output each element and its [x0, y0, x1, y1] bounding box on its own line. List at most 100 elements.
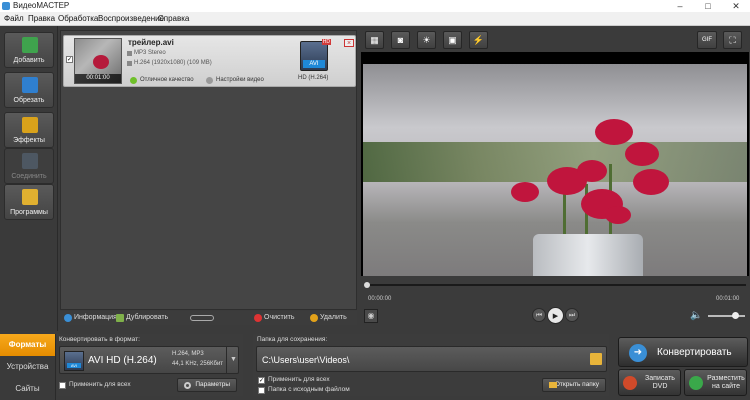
gif-button[interactable]: GIF: [697, 31, 717, 49]
folder-icon: [549, 382, 557, 388]
brightness-icon[interactable]: ☀: [417, 31, 436, 49]
duplicate-icon: [116, 314, 124, 322]
total-time: 00:01:00: [716, 296, 740, 302]
publish-site-line2: на сайте: [711, 383, 741, 390]
convert-format-panel: Конвертировать в формат: AVI AVI HD (H.2…: [57, 334, 243, 396]
publish-site-line1: Разместить: [707, 375, 745, 382]
programs-icon: [22, 189, 38, 205]
play-icon[interactable]: ▶: [547, 307, 564, 324]
film-strip-icon[interactable]: ▦: [365, 31, 384, 49]
convert-button[interactable]: ➜ Конвертировать: [618, 337, 748, 367]
info-button[interactable]: Информация: [74, 313, 117, 323]
video-toolbar: ▦ ◙ ☀ ▣ ⚡ GIF ⛶: [361, 28, 750, 52]
dvd-icon: [623, 376, 637, 390]
file-list-item[interactable]: ✓ 00:01:00 трейлер.avi MP3 Stereo H.264 …: [63, 35, 356, 87]
add-label: Добавить: [13, 57, 45, 64]
join-button[interactable]: Соединить: [4, 148, 54, 184]
audio-info-text: MP3 Stereo: [134, 50, 166, 56]
burn-dvd-line2: DVD: [652, 383, 668, 390]
effects-label: Эффекты: [13, 137, 45, 144]
thumbnail-flower: [93, 55, 109, 69]
gear-icon: [184, 382, 191, 389]
join-label: Соединить: [11, 173, 47, 180]
thumbnail-duration: 00:01:00: [75, 74, 121, 83]
save-path-field[interactable]: C:\Users\user\Videos\: [256, 346, 607, 372]
volume-track[interactable]: [708, 315, 745, 317]
save-path: C:\Users\user\Videos\: [262, 355, 350, 365]
burn-dvd-label: Записать DVD: [641, 375, 679, 391]
menu-help[interactable]: Справка: [158, 12, 189, 26]
file-checkbox[interactable]: ✓: [66, 56, 73, 63]
format-mini-icon: AVI: [64, 351, 84, 371]
list-toolbar: Информация Дублировать Очистить Удалить: [60, 311, 357, 325]
video-effects-icon[interactable]: ▣: [443, 31, 462, 49]
current-time: 00:00:00: [368, 296, 392, 302]
video-thumbnail: 00:01:00: [74, 38, 122, 84]
duplicate-button[interactable]: Дублировать: [126, 313, 168, 323]
delete-button[interactable]: Удалить: [320, 313, 347, 323]
tab-formats[interactable]: Форматы: [0, 334, 56, 356]
seek-bar[interactable]: [364, 282, 746, 288]
volume-handle[interactable]: [732, 312, 739, 319]
tab-devices[interactable]: Устройства: [0, 356, 56, 378]
clear-button[interactable]: Очистить: [264, 313, 294, 323]
effects-button[interactable]: Эффекты: [4, 112, 54, 148]
apply-all-folder-checkbox[interactable]: ✓: [258, 377, 265, 384]
join-icon: [22, 153, 38, 169]
save-folder-panel: Папка для сохранения: C:\Users\user\Vide…: [253, 334, 609, 396]
audio-info: MP3 Stereo: [127, 50, 166, 56]
open-folder-button[interactable]: Открыть папку: [542, 378, 606, 392]
speed-icon[interactable]: ⚡: [469, 31, 488, 49]
burn-dvd-line1: Записать: [645, 375, 675, 382]
menu-bar: Файл Правка Обработка Воспроизведение Сп…: [0, 12, 750, 26]
close-window-button[interactable]: ✕: [722, 0, 750, 12]
snapshot-icon[interactable]: ◉: [364, 309, 378, 323]
volume-icon[interactable]: 🔈: [690, 310, 702, 322]
video-preview[interactable]: [361, 52, 749, 276]
flower: [577, 160, 607, 182]
view-toggle[interactable]: [190, 315, 214, 321]
programs-button[interactable]: Программы: [4, 184, 54, 220]
convert-format-title: Конвертировать в формат:: [59, 336, 140, 343]
menu-playback[interactable]: Воспроизведение: [98, 12, 164, 26]
video-settings-link[interactable]: Настройки видео: [216, 77, 264, 83]
seek-handle[interactable]: [364, 282, 370, 288]
next-icon[interactable]: ⏭: [565, 308, 579, 322]
audio-icon: [127, 51, 132, 56]
cut-label: Обрезать: [13, 97, 45, 104]
minimize-button[interactable]: –: [666, 0, 694, 12]
add-button[interactable]: Добавить: [4, 32, 54, 68]
menu-processing[interactable]: Обработка: [58, 12, 98, 26]
tab-sites[interactable]: Сайты: [0, 378, 56, 400]
menu-edit[interactable]: Правка: [28, 12, 55, 26]
menu-file[interactable]: Файл: [4, 12, 24, 26]
open-folder-label: Открыть папку: [554, 381, 599, 388]
save-folder-title: Папка для сохранения:: [257, 336, 328, 343]
format-spec-line2: 44,1 KHz, 256Кбит: [172, 361, 224, 367]
chevron-down-icon[interactable]: ▼: [226, 347, 240, 373]
add-file-icon: [22, 37, 38, 53]
parameters-button[interactable]: Параметры: [177, 378, 237, 392]
video-info-text: H.264 (1920x1080) (109 MB): [134, 60, 212, 66]
previous-icon[interactable]: ⏮: [532, 308, 546, 322]
format-selector[interactable]: AVI AVI HD (H.264) H.264, MP3 44,1 KHz, …: [59, 346, 239, 374]
file-list-panel: ✓ 00:01:00 трейлер.avi MP3 Stereo H.264 …: [60, 30, 357, 310]
burn-dvd-button[interactable]: Записать DVD: [618, 369, 681, 396]
hd-tag: HD: [321, 39, 331, 45]
apply-all-folder-label: Применить для всех: [268, 376, 330, 383]
fullscreen-icon[interactable]: ⛶: [723, 31, 742, 49]
publish-site-button[interactable]: Разместить на сайте: [684, 369, 747, 396]
maximize-button[interactable]: □: [694, 0, 722, 12]
source-folder-checkbox[interactable]: [258, 387, 265, 394]
apply-all-format-label: Применить для всех: [69, 381, 131, 388]
remove-file-button[interactable]: ×: [344, 39, 354, 47]
cut-icon: [22, 77, 38, 93]
apply-all-format-checkbox[interactable]: [59, 382, 66, 389]
cut-button[interactable]: Обрезать: [4, 72, 54, 108]
browse-folder-icon[interactable]: [590, 353, 602, 365]
quality-label[interactable]: Отличное качество: [140, 77, 194, 83]
quality-icon: [130, 77, 137, 84]
publish-site-label: Разместить на сайте: [707, 375, 745, 391]
crop-icon[interactable]: ◙: [391, 31, 410, 49]
format-badge[interactable]: HD AVI: [300, 39, 331, 71]
